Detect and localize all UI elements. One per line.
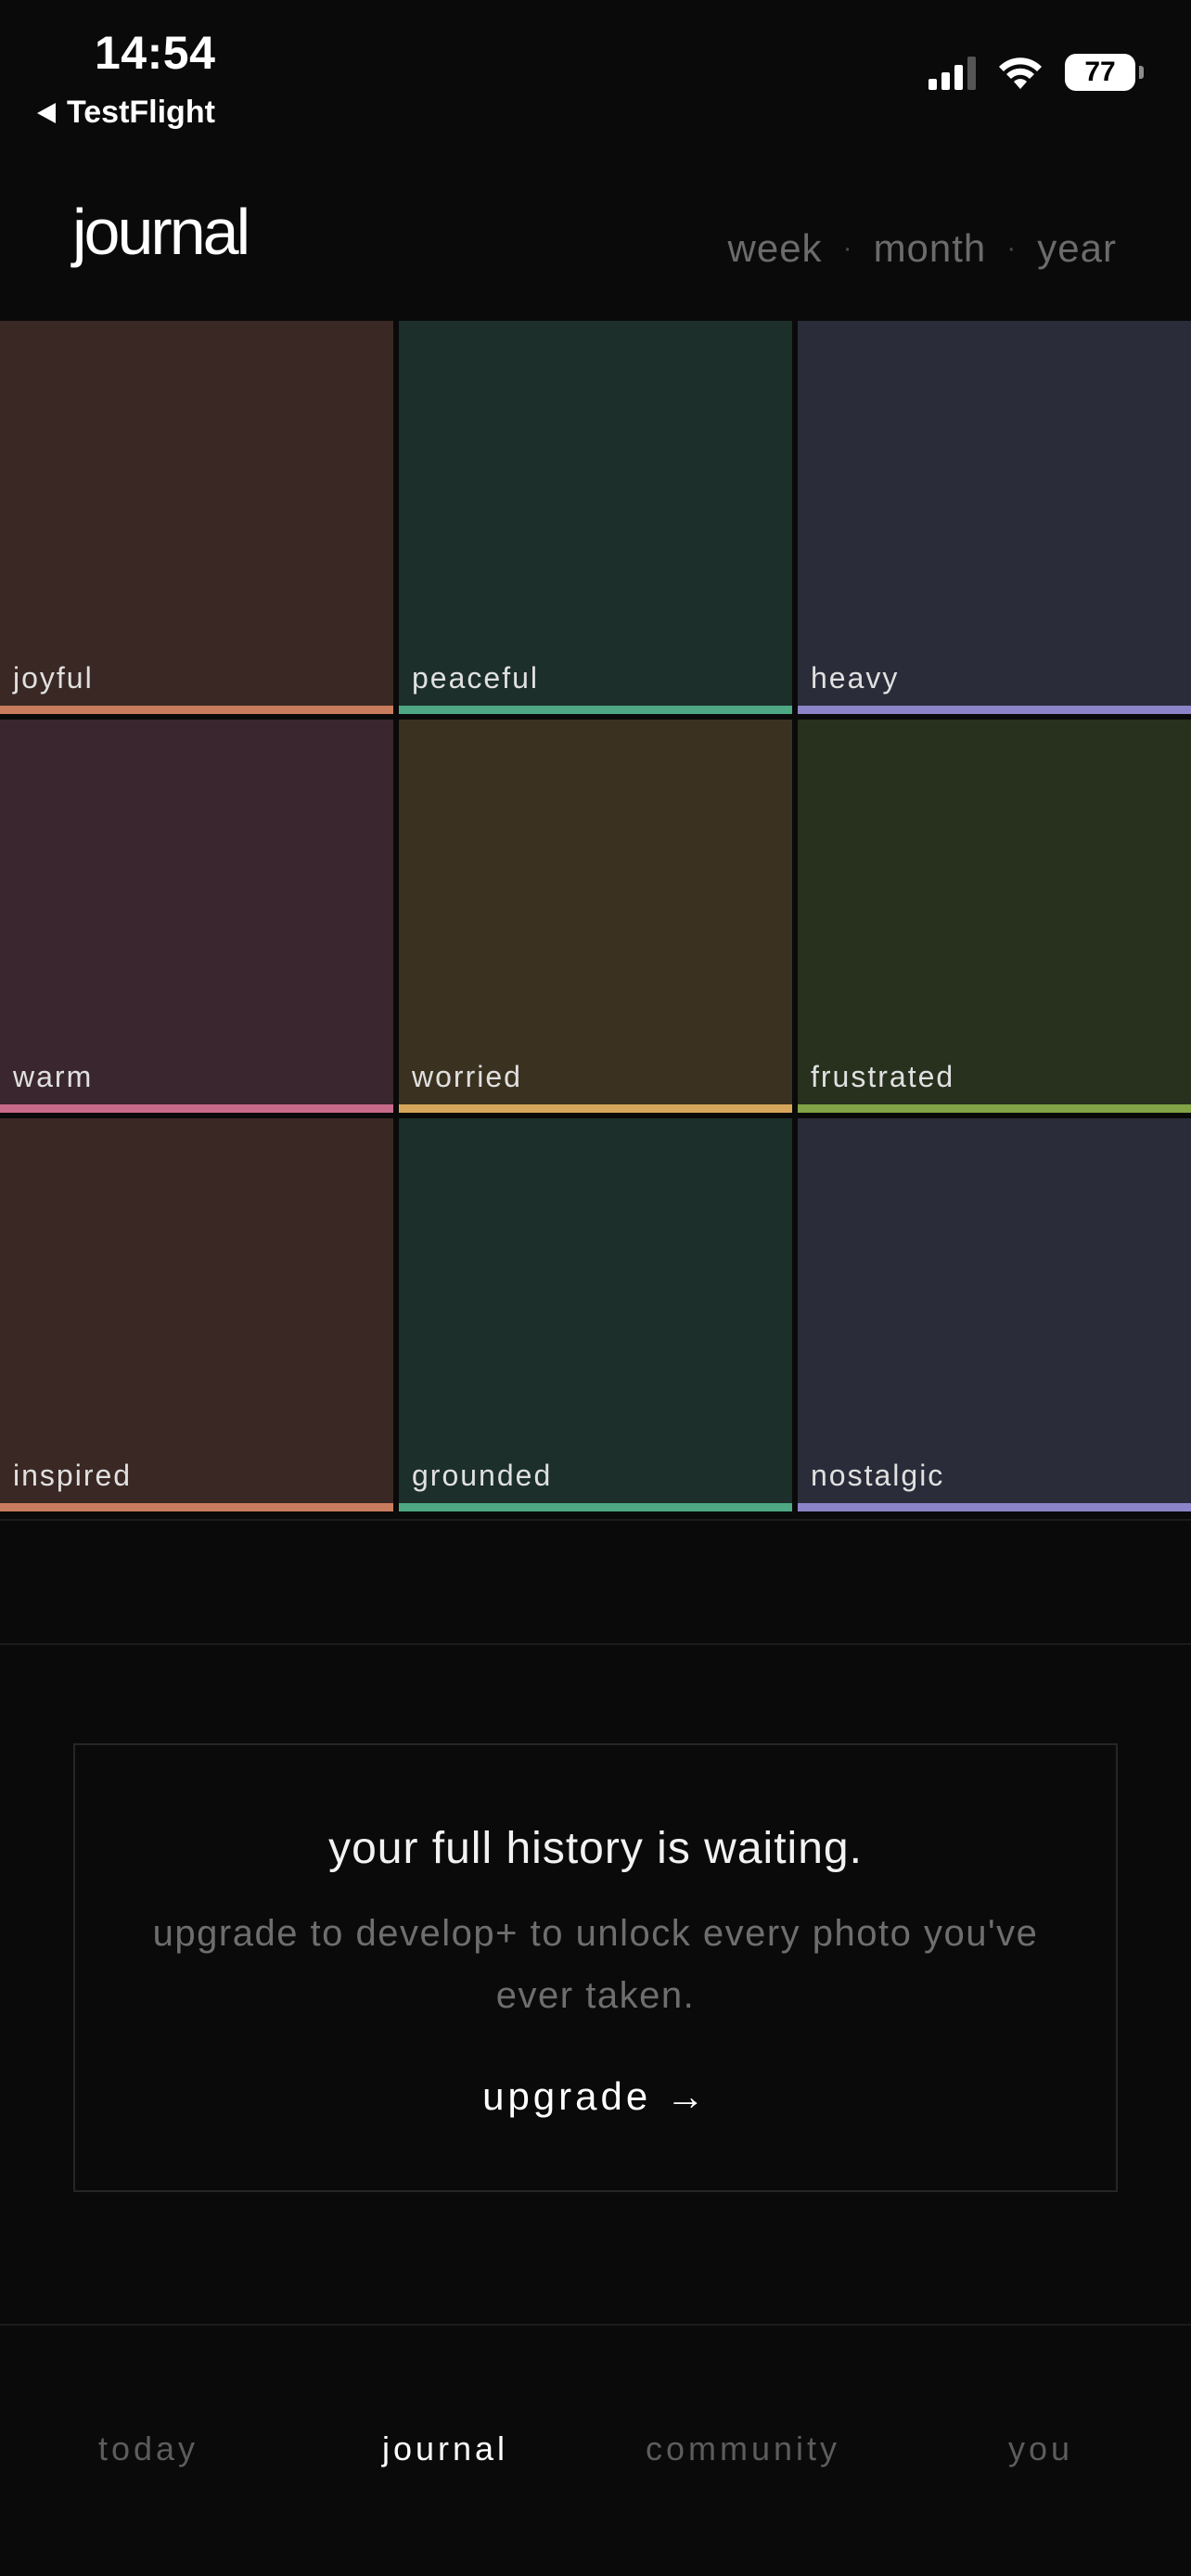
mood-accent-bar [0, 1104, 393, 1113]
back-app-label: TestFlight [67, 95, 215, 130]
back-to-app-button[interactable]: TestFlight [37, 95, 215, 131]
back-triangle-icon [37, 102, 56, 123]
divider [0, 1643, 1191, 1645]
status-indicators: 77 [928, 54, 1144, 91]
mood-tile-joyful[interactable]: joyful [0, 321, 393, 714]
mood-tile-heavy[interactable]: heavy [798, 321, 1191, 714]
mood-accent-bar [399, 706, 792, 714]
mood-label: grounded [412, 1459, 553, 1492]
mood-tile-peaceful[interactable]: peaceful [399, 321, 792, 714]
battery-icon: 77 [1065, 54, 1144, 91]
nav-you[interactable]: you [1008, 2429, 1073, 2468]
upgrade-title: your full history is waiting. [328, 1824, 863, 1873]
tab-separator: · [1006, 233, 1018, 263]
tab-year[interactable]: year [1037, 226, 1117, 271]
status-bar: 14:54 TestFlight 77 [0, 0, 1191, 139]
page-title: journal [72, 196, 250, 268]
mood-grid: joyful peaceful heavy warm worried frust… [0, 321, 1191, 1511]
tab-separator: · [842, 233, 853, 263]
upgrade-card: your full history is waiting. upgrade to… [73, 1743, 1118, 2192]
range-tabs: week · month · year [728, 226, 1118, 271]
mood-accent-bar [0, 1503, 393, 1511]
mood-tile-inspired[interactable]: inspired [0, 1118, 393, 1511]
upgrade-button[interactable]: upgrade → [75, 2074, 1116, 2119]
mood-tile-frustrated[interactable]: frustrated [798, 720, 1191, 1113]
mood-label: worried [412, 1060, 522, 1093]
mood-label: peaceful [412, 661, 539, 695]
mood-accent-bar [798, 1503, 1191, 1511]
battery-level: 77 [1084, 57, 1116, 87]
mood-accent-bar [798, 706, 1191, 714]
tab-week[interactable]: week [728, 226, 823, 271]
mood-accent-bar [798, 1104, 1191, 1113]
nav-community[interactable]: community [646, 2429, 840, 2468]
cellular-signal-icon [928, 55, 976, 90]
mood-label: frustrated [811, 1060, 955, 1093]
mood-accent-bar [0, 706, 393, 714]
mood-tile-worried[interactable]: worried [399, 720, 792, 1113]
mood-accent-bar [399, 1104, 792, 1113]
upgrade-subtitle: upgrade to develop+ to unlock every phot… [152, 1913, 1039, 2016]
app-screen: 14:54 TestFlight 77 journal week · month… [0, 0, 1191, 2576]
mood-tile-grounded[interactable]: grounded [399, 1118, 792, 1511]
mood-label: warm [13, 1060, 94, 1093]
divider [0, 1519, 1191, 1521]
wifi-icon [999, 57, 1042, 89]
mood-label: nostalgic [811, 1459, 945, 1492]
mood-label: heavy [811, 661, 900, 695]
mood-tile-nostalgic[interactable]: nostalgic [798, 1118, 1191, 1511]
mood-label: inspired [13, 1459, 133, 1492]
tab-month[interactable]: month [874, 226, 987, 271]
nav-today[interactable]: today [98, 2429, 198, 2468]
mood-tile-warm[interactable]: warm [0, 720, 393, 1113]
nav-journal[interactable]: journal [382, 2429, 508, 2468]
status-time: 14:54 [95, 27, 216, 79]
mood-label: joyful [13, 661, 94, 695]
bottom-nav: today journal community you [0, 2326, 1191, 2576]
mood-accent-bar [399, 1503, 792, 1511]
